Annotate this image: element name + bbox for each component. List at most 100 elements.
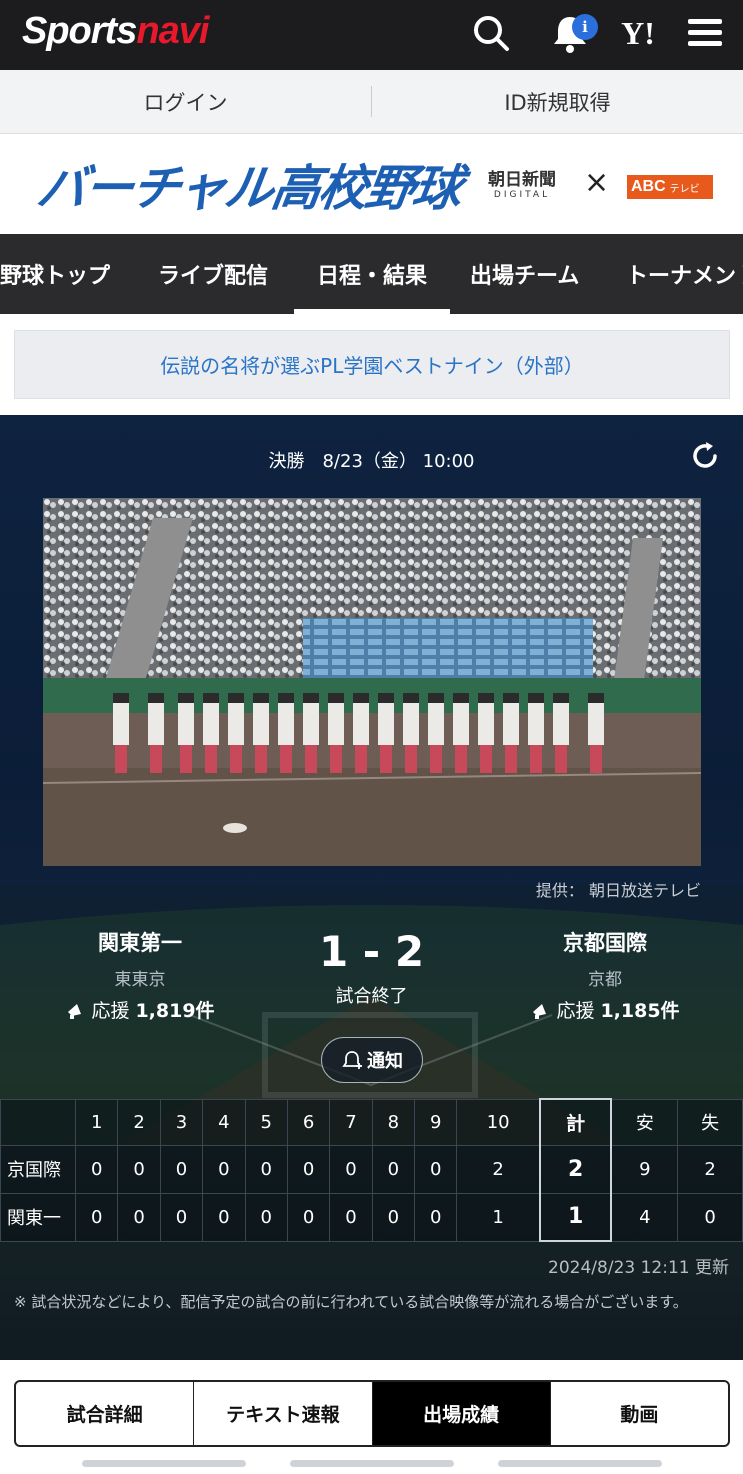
tab-videos[interactable]: 動画: [551, 1382, 728, 1445]
home-team-name: 関東第一: [98, 931, 182, 955]
away-team[interactable]: 京都国際 京都 応援 1,185件: [505, 927, 705, 1023]
inning-header: 7: [329, 1098, 373, 1146]
tab-teams[interactable]: 出場チーム: [470, 234, 579, 314]
logo-text-sports: Sports: [22, 10, 137, 52]
detail-tabs: 試合詳細 テキスト速報 出場成績 動画: [14, 1380, 730, 1447]
scroll-hint-bar: [290, 1460, 454, 1467]
tab-tournament[interactable]: トーナメント: [626, 234, 743, 314]
inning-score: 0: [202, 1192, 246, 1242]
scoreline: 1 - 2 試合終了: [270, 927, 473, 1008]
away-team-prefecture: 京都: [588, 970, 622, 990]
login-link[interactable]: ログイン: [0, 70, 371, 133]
top-header: Sportsnavi i Y!: [0, 0, 743, 70]
inning-header: 9: [413, 1098, 458, 1146]
notification-badge: i: [572, 14, 598, 40]
yahoo-icon[interactable]: Y!: [610, 10, 666, 56]
live-video-player[interactable]: [43, 498, 701, 866]
inning-score: 1: [456, 1192, 541, 1242]
home-team[interactable]: 関東第一 東東京 応援 1,819件: [40, 927, 240, 1023]
scoreboard-corner-cell: [0, 1098, 76, 1146]
home-cheer-label: 応援: [91, 1000, 130, 1022]
virtual-koshien-banner[interactable]: バーチャル高校野球 朝日新聞 DIGITAL × ABC テレビ: [0, 135, 743, 233]
away-cheer-label: 応援: [556, 1000, 595, 1022]
tab-schedule-results[interactable]: 日程・結果: [294, 234, 450, 314]
search-icon[interactable]: [468, 10, 514, 56]
updated-timestamp: 2024/8/23 12:11 更新: [548, 1258, 729, 1278]
scroll-hint-bar: [82, 1460, 246, 1467]
collab-times-symbol: ×: [584, 165, 610, 200]
home-cheer-count: 1,819件: [135, 1000, 215, 1022]
promo-link[interactable]: 伝説の名将が選ぶPL学園ベストナイン（外部）: [14, 330, 730, 399]
inning-header: 1: [74, 1098, 119, 1146]
errors-header: 失: [677, 1098, 743, 1146]
tab-text-updates[interactable]: テキスト速報: [194, 1382, 373, 1445]
bell-plus-icon: [342, 1051, 362, 1069]
tab-game-details[interactable]: 試合詳細: [16, 1382, 195, 1445]
row-team-name: 京国際: [0, 1144, 76, 1194]
yahoo-label: Y!: [621, 14, 655, 51]
logo-text-navi: navi: [136, 10, 209, 52]
asahi-logo-line2: DIGITAL: [493, 190, 551, 200]
inning-score: 0: [117, 1192, 161, 1242]
round-info: 決勝 8/23（金） 10:00: [268, 451, 475, 472]
inning-score: 0: [244, 1192, 288, 1242]
errors: 2: [677, 1144, 743, 1194]
refresh-icon[interactable]: [688, 439, 722, 473]
game-status: 試合終了: [335, 986, 408, 1007]
inning-header: 5: [244, 1098, 288, 1146]
scoreboard-row-bottom: 関東一 0 0 0 0 0 0 0 0 0 1 1 4 0: [0, 1192, 743, 1242]
inning-score: 0: [74, 1144, 119, 1194]
abc-tv-logo: ABC テレビ: [627, 175, 713, 199]
tab-baseball-top[interactable]: 野球トップ: [0, 234, 110, 314]
inning-score: 0: [286, 1192, 331, 1242]
errors: 0: [677, 1192, 743, 1242]
inning-score: 0: [74, 1192, 119, 1242]
tab-player-stats[interactable]: 出場成績: [372, 1382, 551, 1445]
game-panel: 決勝 8/23（金） 10:00 提供： 朝日放送テレビ 関東第一 東東京 応援…: [0, 415, 743, 1360]
inning-score: 0: [371, 1144, 416, 1194]
hits: 4: [610, 1192, 679, 1242]
main-nav: 野球トップ ライブ配信 日程・結果 出場チーム トーナメント: [0, 234, 743, 314]
inning-score: 0: [329, 1192, 373, 1242]
away-team-name: 京都国際: [563, 931, 647, 955]
sportsnavi-logo[interactable]: Sportsnavi: [22, 10, 209, 53]
banner-title: バーチャル高校野球: [33, 160, 464, 217]
inning-score: 0: [159, 1144, 204, 1194]
notify-button[interactable]: 通知: [321, 1037, 423, 1083]
hits-header: 安: [610, 1098, 679, 1146]
tab-live[interactable]: ライブ配信: [158, 234, 268, 314]
asahi-logo-line1: 朝日新聞: [488, 170, 556, 190]
total-header: 計: [538, 1098, 613, 1146]
inning-score: 2: [456, 1144, 541, 1194]
scoreboard-row-top: 京国際 0 0 0 0 0 0 0 0 0 2 2 9 2: [0, 1144, 743, 1194]
inning-score: 0: [117, 1144, 161, 1194]
inning-header: 2: [117, 1098, 161, 1146]
inning-score: 0: [286, 1144, 331, 1194]
away-cheer-button[interactable]: 応援 1,185件: [505, 996, 705, 1023]
away-cheer-count: 1,185件: [600, 1000, 680, 1022]
inning-header: 4: [202, 1098, 246, 1146]
cheer-megaphone-icon: [533, 1003, 547, 1019]
inning-header: 8: [371, 1098, 416, 1146]
row-team-name: 関東一: [0, 1192, 76, 1242]
total-runs: 2: [538, 1144, 613, 1194]
scoreboard-header-row: 1 2 3 4 5 6 7 8 9 10 計 安 失: [0, 1098, 743, 1146]
final-score: 1 - 2: [318, 927, 425, 976]
asahi-digital-logo: 朝日新聞 DIGITAL: [488, 165, 556, 200]
inning-header: 3: [159, 1098, 204, 1146]
home-cheer-button[interactable]: 応援 1,819件: [40, 996, 240, 1023]
inning-score: 0: [329, 1144, 373, 1194]
inning-header: 10: [456, 1098, 541, 1146]
inning-score: 0: [413, 1192, 458, 1242]
detail-tabs-section: 試合詳細 テキスト速報 出場成績 動画: [0, 1360, 743, 1474]
inning-score: 0: [371, 1192, 416, 1242]
inning-score: 0: [202, 1144, 246, 1194]
notification-bell-icon[interactable]: i: [540, 10, 600, 56]
video-provider: 提供： 朝日放送テレビ: [535, 881, 701, 900]
menu-icon[interactable]: [682, 10, 728, 56]
video-frame-image: [43, 498, 701, 866]
cheer-megaphone-icon: [68, 1003, 82, 1019]
inning-score: 0: [159, 1192, 204, 1242]
signup-link[interactable]: ID新規取得: [372, 70, 743, 133]
auth-bar: ログイン ID新規取得: [0, 70, 743, 134]
